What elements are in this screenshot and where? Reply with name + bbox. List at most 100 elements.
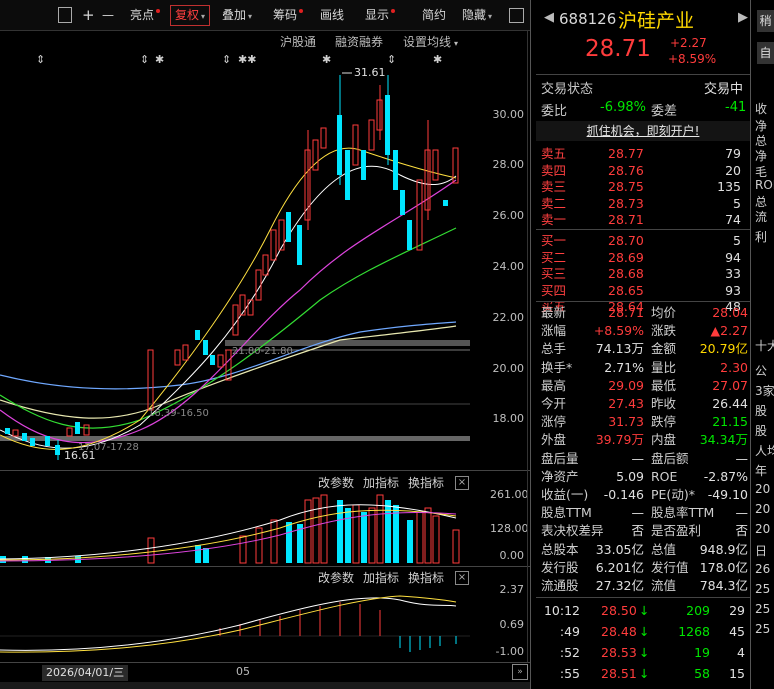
bid-row[interactable]: 买一 28.70 5 [541,233,746,249]
level-volume: 79 [725,146,741,161]
tick-time: :52 [559,645,580,660]
chips-button[interactable]: 筹码 [273,6,304,25]
bid-row[interactable]: 买二 28.69 94 [541,250,746,266]
ask-row[interactable]: 卖四 28.76 20 [541,163,746,179]
bottom-tab-bar[interactable] [0,682,530,689]
quote-label: 总值 [651,541,677,557]
tick-volume: 1268 [678,624,710,639]
hide-button[interactable]: 隐藏 ▾ [462,6,492,25]
quote-row: 最新 28.71 均价 28.04 [541,304,748,321]
quote-value: 2.30 [720,359,748,375]
ask-row[interactable]: 卖二 28.73 5 [541,196,746,212]
add-indicator-link[interactable]: 加指标 [363,474,399,491]
zoom-in-button[interactable]: + [82,6,95,25]
stock-name[interactable]: 沪硅产业 [618,6,694,33]
price-axis-label: 26.00 [492,209,525,222]
strip-item: 收 [755,102,768,116]
switch-indicator-link[interactable]: 换指标 [408,569,444,586]
quote-label: 昨收 [651,396,677,411]
level-price: 28.77 [608,146,644,161]
fullscreen-icon[interactable] [509,8,524,23]
quote-label: 最低 [651,377,677,393]
switch-indicator-link[interactable]: 换指标 [408,474,444,491]
volume-axis-label: 128.00 [490,522,529,535]
tick-count: 45 [729,624,745,639]
volume-chart [0,494,460,564]
bid-row[interactable]: 买三 28.68 33 [541,266,746,282]
quote-value: 27.32亿 [595,578,644,593]
strip-item: 股 [755,424,768,438]
next-stock-icon[interactable]: ▶ [738,10,748,25]
quote-label: 涨跌 [651,323,677,339]
quote-row: 涨幅 +8.59% 涨跌 ▲2.27 [541,322,748,339]
add-indicator-link[interactable]: 加指标 [363,569,399,586]
svg-text:✱✱: ✱✱ [238,53,256,66]
quote-row: 总股本 33.05亿 总值 948.9亿 [541,541,748,558]
strip-item: 日 [755,544,768,558]
level-label: 卖五 [541,146,567,161]
level-price: 28.69 [608,249,644,265]
strip-item: 20 [755,502,771,516]
quote-value: 2.71% [604,359,644,375]
stock-code: 688126 [559,10,617,28]
quote-label: 外盘 [541,432,567,448]
level-label: 买三 [541,266,567,282]
bid-row[interactable]: 买四 28.65 93 [541,283,746,299]
strip-item: 25 [755,582,771,596]
display-button[interactable]: 显示 [365,6,396,25]
strip-item: 20 [755,522,771,536]
svg-text:⇕: ⇕ [140,53,149,66]
quote-label: 最新 [541,305,567,320]
quote-label: 流通股 [541,578,579,593]
overlay-button[interactable]: 叠加 ▾ [222,6,252,25]
ask-row[interactable]: 卖五 28.77 79 [541,146,746,162]
self-select-button[interactable]: 自 [757,42,774,64]
tick-volume: 58 [694,666,710,681]
macd-chart [0,595,470,653]
lock-icon[interactable] [58,7,72,23]
open-account-banner[interactable]: 抓住机会，即刻开户! [536,121,750,141]
quote-row: 股息TTM — 股息率TTM — [541,504,748,521]
quote-value: 28.04 [712,305,748,320]
dot-icon [391,9,396,13]
price-axis-label: 30.00 [492,108,525,121]
zoom-out-button[interactable]: — [102,6,114,25]
divider [536,597,750,598]
pane-divider [0,566,530,567]
edit-params-link[interactable]: 改参数 [318,474,354,491]
candlestick-chart[interactable]: ⇕ ⇕ ✱ ⇕ ✱✱ ✱ ⇕ ✱ [0,48,470,468]
adjust-button[interactable]: 复权 ▾ [170,5,211,26]
self-select-button[interactable]: 稍 [757,10,774,32]
draw-line-button[interactable]: 画线 [320,6,344,25]
highlight-button[interactable]: 亮点 [130,6,161,25]
quote-label: PE(动)* [651,487,695,502]
toolbar [0,0,530,31]
quote-value: 39.79万 [595,432,644,448]
macd-axis-label: 2.37 [499,583,525,596]
quote-label: 均价 [651,305,677,320]
prev-stock-icon[interactable]: ◀ [544,10,554,25]
level-volume: 94 [725,249,741,265]
quote-label: 盘后量 [541,450,579,466]
close-icon[interactable]: × [455,571,469,585]
quote-label: 总手 [541,341,567,357]
scroll-right-icon[interactable]: » [512,664,528,680]
ask-row[interactable]: 卖三 28.75 135 [541,179,746,195]
last-price: 28.71 [585,36,651,62]
weicha-value: -41 [725,100,747,115]
level-label: 卖一 [541,212,567,228]
ask-row[interactable]: 卖一 28.71 74 [541,212,746,228]
price-axis-label: 22.00 [492,311,525,324]
edit-params-link[interactable]: 改参数 [318,569,354,586]
close-icon[interactable]: × [455,476,469,490]
dot-icon [299,9,304,13]
quote-value: -49.10 [707,487,748,502]
tick-count: 15 [729,666,745,681]
strip-item: ROE [755,178,774,192]
level-label: 卖三 [541,179,567,195]
quote-value: 28.71 [608,305,644,320]
simple-button[interactable]: 简约 [422,6,446,25]
quote-label: 净资产 [541,468,579,484]
level-label: 买一 [541,233,567,248]
chevron-down-icon: ▾ [248,12,253,21]
